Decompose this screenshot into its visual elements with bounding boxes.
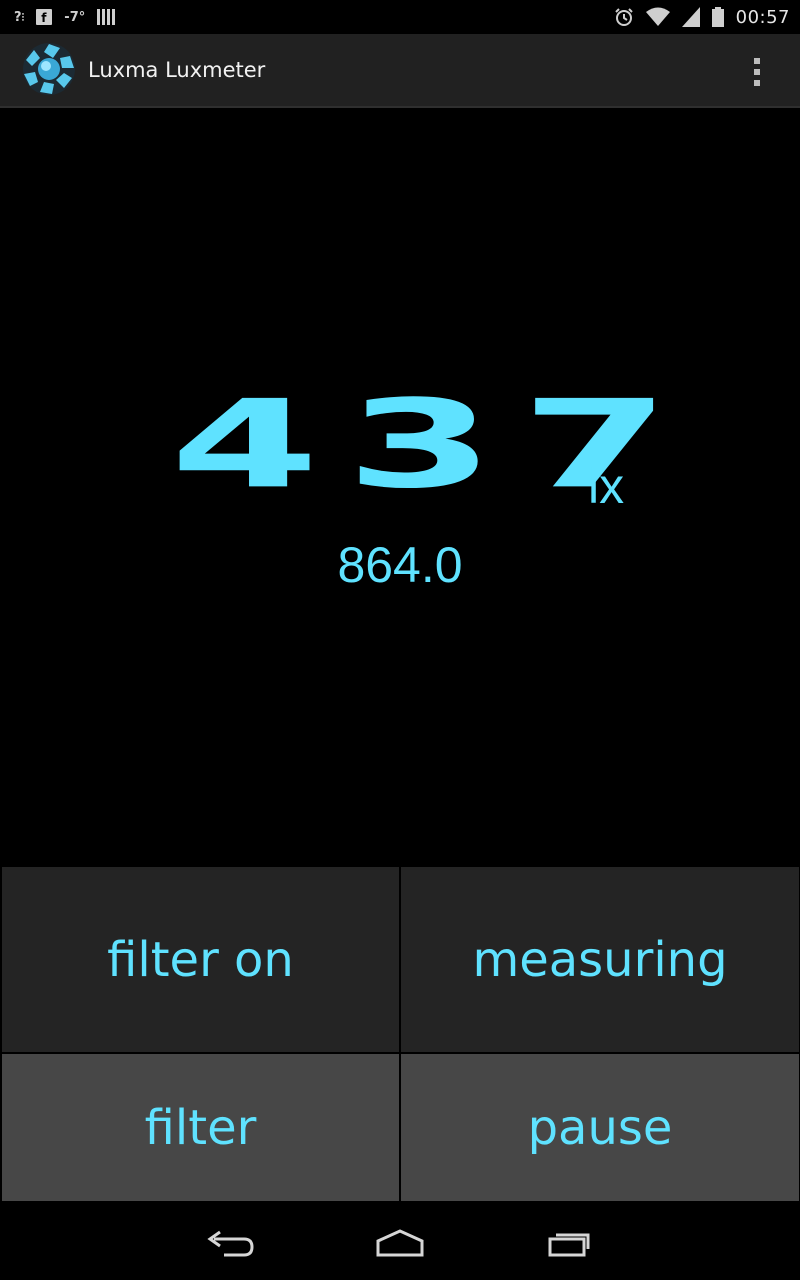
cell-signal-icon (681, 7, 700, 27)
overflow-menu-icon[interactable] (740, 52, 774, 92)
filter-status-button[interactable]: filter on (2, 867, 399, 1052)
back-icon[interactable] (200, 1223, 260, 1263)
wifi-icon (645, 7, 670, 26)
filter-label: filter (144, 1099, 257, 1156)
measure-status-label: measuring (472, 931, 728, 988)
home-icon[interactable] (370, 1223, 430, 1263)
pause-label: pause (527, 1099, 673, 1156)
lux-unit: lx (588, 458, 625, 514)
measure-status-button[interactable]: measuring (401, 867, 799, 1052)
status-bar: ?⫶ f -7° 00:57 (0, 0, 800, 34)
navigation-bar (0, 1201, 800, 1280)
signal-unknown-icon: ?⫶ (14, 9, 25, 25)
filter-status-label: filter on (107, 931, 294, 988)
lux-value: 437 (170, 373, 697, 516)
battery-icon (711, 7, 724, 27)
recent-apps-icon[interactable] (540, 1223, 600, 1263)
reading-panel: 437 lx 864.0 (0, 108, 800, 866)
status-left-icons: ?⫶ f -7° (14, 0, 116, 34)
status-right-icons: 00:57 (614, 0, 790, 34)
pause-button[interactable]: pause (401, 1054, 799, 1201)
temperature-text: -7° (64, 9, 86, 25)
clock: 00:57 (735, 6, 790, 28)
filter-button[interactable]: filter (2, 1054, 399, 1201)
action-bar: Luxma Luxmeter (0, 34, 800, 108)
luxma-aperture-icon[interactable] (20, 40, 78, 98)
facebook-icon: f (36, 9, 53, 25)
alarm-icon (614, 8, 633, 26)
raw-sensor-value: 864.0 (337, 537, 463, 593)
barcode-icon (97, 9, 116, 25)
app-title: Luxma Luxmeter (88, 58, 266, 82)
